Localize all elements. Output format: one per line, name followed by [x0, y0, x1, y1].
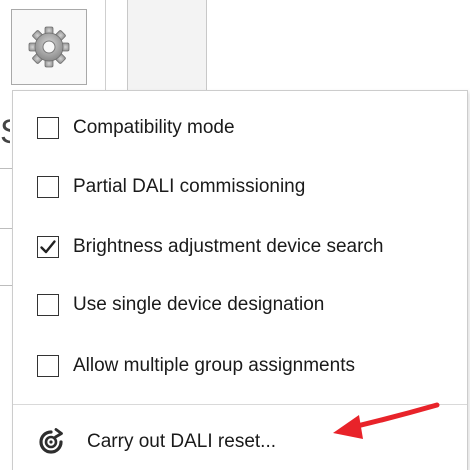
settings-button[interactable]: [11, 9, 87, 85]
screenshot-stage: S Compatibility mode Partial DALI commis…: [0, 0, 470, 470]
background-letter: S: [0, 112, 10, 152]
menu-item-label: Partial DALI commissioning: [73, 176, 306, 197]
reset-icon: [39, 428, 63, 454]
checkbox[interactable]: [37, 294, 59, 316]
menu-item-use-single-device-designation[interactable]: Use single device designation: [37, 290, 324, 320]
background-divider: [0, 285, 12, 286]
gear-icon: [28, 26, 70, 68]
checkbox-checked[interactable]: [37, 236, 59, 258]
checkbox[interactable]: [37, 117, 59, 139]
menu-item-label: Brightness adjustment device search: [73, 236, 384, 257]
checkbox[interactable]: [37, 176, 59, 198]
menu-item-allow-multiple-group-assignments[interactable]: Allow multiple group assignments: [37, 351, 355, 381]
toolbar-divider: [105, 0, 106, 92]
checkbox[interactable]: [37, 355, 59, 377]
menu-item-label: Compatibility mode: [73, 117, 235, 138]
menu-item-carry-out-dali-reset[interactable]: Carry out DALI reset...: [37, 425, 276, 459]
red-arrow-annotation: [333, 402, 440, 439]
menu-item-compatibility-mode[interactable]: Compatibility mode: [37, 113, 235, 143]
menu-item-partial-dali-commissioning[interactable]: Partial DALI commissioning: [37, 172, 305, 202]
menu-item-label: Allow multiple group assignments: [73, 355, 355, 376]
menu-item-brightness-adjustment-device-search[interactable]: Brightness adjustment device search: [37, 232, 384, 262]
menu-item-label: Use single device designation: [73, 294, 325, 315]
menu-item-label: Carry out DALI reset...: [87, 431, 277, 452]
background-divider: [0, 168, 12, 169]
background-divider: [0, 228, 12, 229]
background-panel: [127, 0, 207, 95]
checkmark-icon: [40, 240, 56, 254]
